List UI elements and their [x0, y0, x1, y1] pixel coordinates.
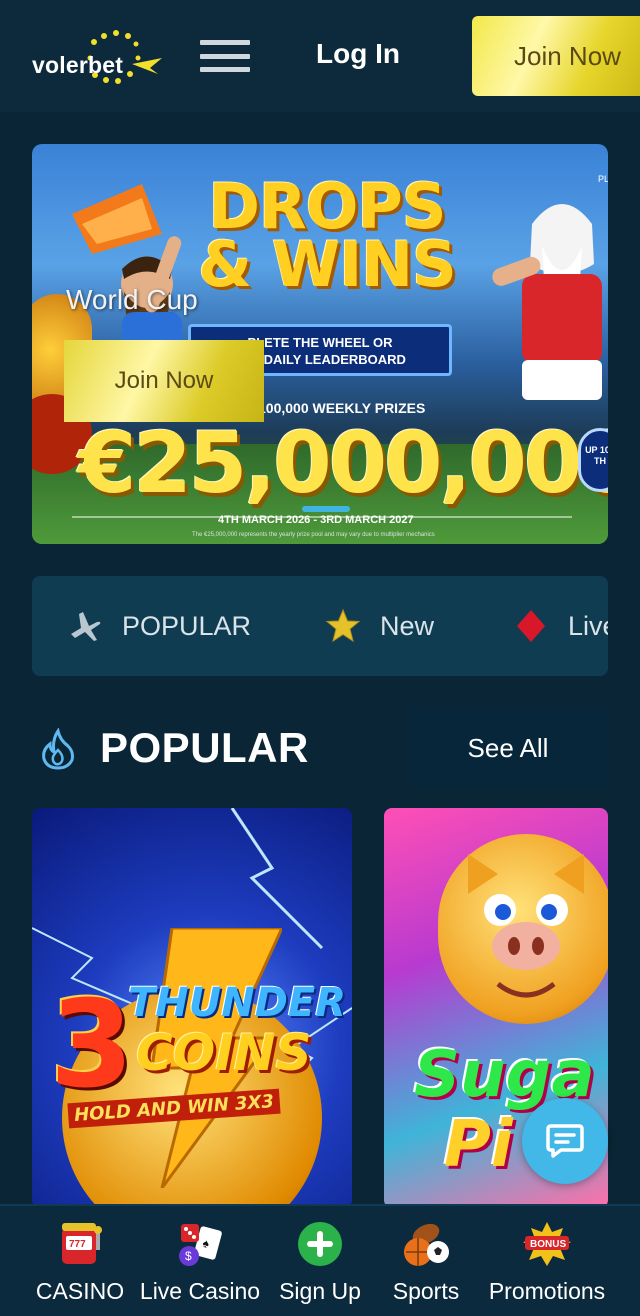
login-button[interactable]: Log In — [316, 38, 400, 70]
fire-icon — [42, 728, 74, 770]
banner-headline: DROPS & WINS — [182, 176, 472, 301]
carousel-indicator[interactable] — [302, 506, 350, 512]
slot-machine-icon: 777 — [54, 1218, 106, 1270]
pig-illustration — [438, 834, 608, 1024]
tab-new[interactable]: New — [324, 576, 434, 676]
nav-item-casino[interactable]: 777 CASINO — [34, 1206, 126, 1316]
chat-icon — [546, 1124, 584, 1158]
nav-label: Sign Up — [279, 1278, 361, 1304]
game-title-top: THUNDER — [128, 980, 347, 1026]
nav-item-promotions[interactable]: BONUS Promotions — [484, 1206, 610, 1316]
zeus-illustration — [492, 204, 602, 400]
tab-popular[interactable]: POPULAR — [66, 576, 251, 676]
chat-button[interactable] — [522, 1098, 608, 1184]
nav-label: Promotions — [488, 1278, 606, 1304]
svg-text:BONUS: BONUS — [530, 1239, 566, 1250]
plane-icon — [66, 607, 104, 645]
game-title-mid: COINS — [136, 1024, 312, 1082]
promo-banner[interactable]: PL DROPS & WINS PLETE THE WHEEL OR THE D… — [32, 144, 608, 544]
tab-label: POPULAR — [122, 610, 252, 641]
svg-text:$: $ — [185, 1249, 192, 1263]
game-title-number: 3 — [50, 976, 134, 1115]
nav-item-sign-up[interactable]: Sign Up — [276, 1206, 364, 1316]
promo-dates: 4TH MARCH 2026 - 3RD MARCH 2027 — [218, 514, 414, 526]
nav-item-live-casino[interactable]: ♠ $ Live Casino — [138, 1206, 262, 1316]
logo-text-voler: voler — [32, 52, 88, 78]
bottom-nav: 777 CASINO ♠ $ Live Casino Sign Up Sport… — [0, 1204, 640, 1316]
side-badge: UP 100 TH — [578, 428, 608, 492]
volerbet-logo[interactable]: volerbet — [32, 28, 167, 88]
tab-label: Live — [568, 610, 608, 641]
banner-join-now-button[interactable]: Join Now — [64, 340, 264, 422]
star-icon — [324, 607, 362, 645]
plus-circle-icon — [294, 1218, 346, 1270]
balls-icon — [400, 1218, 452, 1270]
see-all-button[interactable]: See All — [408, 708, 608, 788]
join-now-button[interactable]: Join Now — [472, 16, 640, 96]
nav-label: Live Casino — [139, 1278, 261, 1304]
fine-print: The €25,000,000 represents the yearly pr… — [192, 532, 435, 538]
nav-label: Sports — [392, 1278, 460, 1304]
svg-text:777: 777 — [69, 1239, 86, 1250]
tab-live[interactable]: Live — [512, 576, 608, 676]
headline-line-2: & WINS — [198, 228, 457, 301]
menu-icon[interactable] — [200, 40, 250, 72]
nav-label: CASINO — [35, 1278, 125, 1304]
tab-label: New — [380, 610, 435, 641]
banner-corner-text: PL — [598, 174, 608, 184]
logo-text-bet: bet — [87, 52, 124, 78]
banner-overlay-title: World Cup — [66, 284, 198, 315]
nav-item-sports[interactable]: Sports — [388, 1206, 464, 1316]
category-tabs: POPULAR New Live — [32, 576, 608, 676]
prize-amount: €25,000,000 — [78, 414, 608, 512]
diamond-icon — [512, 607, 550, 645]
section-title: POPULAR — [100, 724, 309, 771]
top-header: volerbet Log In Join Now — [0, 0, 640, 112]
dice-cards-icon: ♠ $ — [174, 1218, 226, 1270]
game-card-thunder-coins[interactable]: 3 THUNDER COINS HOLD AND WIN 3X3 — [32, 808, 352, 1208]
game-title-line-2: Pi — [444, 1108, 513, 1182]
bonus-icon: BONUS — [521, 1218, 573, 1270]
